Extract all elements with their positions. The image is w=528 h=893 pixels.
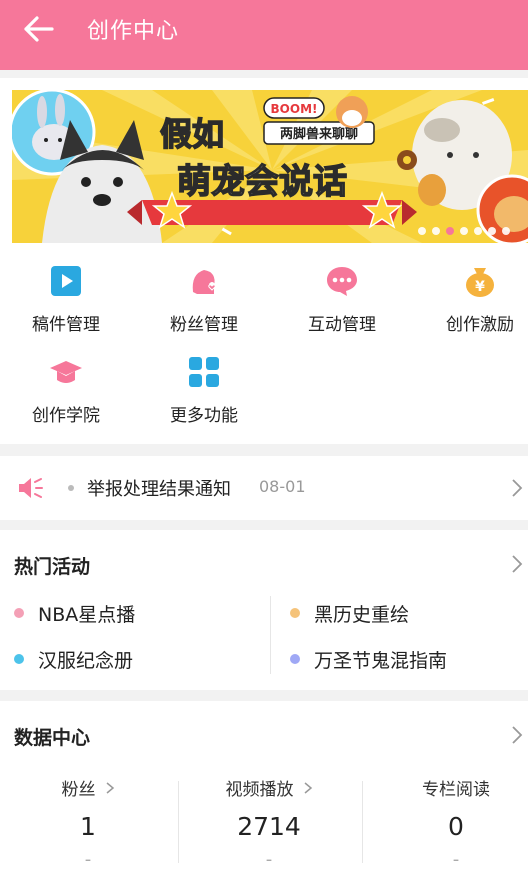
page-title: 创作中心: [87, 19, 180, 44]
activity-label: 万圣节鬼混指南: [314, 650, 448, 672]
chevron-right-icon[interactable]: [510, 725, 524, 745]
banner-title-top: 假如: [160, 115, 224, 153]
grid-label: 粉丝管理: [170, 315, 238, 335]
graduation-cap-icon: [50, 361, 82, 383]
stat-delta: -: [84, 849, 92, 870]
banner-dot[interactable]: [502, 227, 510, 235]
grid-item-academy[interactable]: 创作学院: [0, 355, 132, 426]
activity-label: NBA星点播: [38, 604, 136, 626]
creator-tools-card: 假如 萌宠会说话 BOOM! 两脚兽来聊聊 稿件管理 粉丝管理 互动管理 ¥ 创…: [0, 78, 528, 444]
stat-column-reads[interactable]: 专栏阅读 0 -: [368, 775, 528, 870]
stat-label: 专栏阅读: [422, 780, 490, 800]
stat-delta: -: [452, 849, 460, 870]
banner-pagination: [418, 227, 510, 235]
banner-illustration: 假如 萌宠会说话 BOOM! 两脚兽来聊聊: [12, 90, 528, 243]
grid-item-manuscripts[interactable]: 稿件管理: [0, 264, 132, 335]
banner-dot[interactable]: [432, 227, 440, 235]
grid-item-incentive[interactable]: ¥ 创作激励: [414, 264, 528, 335]
section-title: 数据中心: [14, 727, 91, 749]
section-title: 热门活动: [14, 556, 91, 578]
data-center-card: 数据中心 粉丝 1 - 视频播放 2714 - 专栏阅读 0 -: [0, 701, 528, 893]
promo-banner[interactable]: 假如 萌宠会说话 BOOM! 两脚兽来聊聊: [12, 90, 528, 243]
svg-text:¥: ¥: [475, 279, 485, 295]
notice-date: 08-01: [259, 477, 306, 496]
banner-subtitle: 两脚兽来聊聊: [280, 126, 358, 142]
grid-label: 创作学院: [32, 406, 100, 426]
stat-value: 1: [80, 812, 96, 841]
stat-fans[interactable]: 粉丝 1 -: [0, 775, 176, 870]
grid-label: 互动管理: [308, 315, 376, 335]
chevron-right-icon: [106, 782, 114, 794]
divider: [362, 781, 363, 863]
banner-dot[interactable]: [460, 227, 468, 235]
banner-dot[interactable]: [488, 227, 496, 235]
banner-title-bottom: 萌宠会说话: [177, 162, 347, 202]
stat-delta: -: [265, 849, 273, 870]
notice-bullet: [68, 485, 74, 491]
notice-text: 举报处理结果通知: [87, 479, 231, 500]
stat-video-plays[interactable]: 视频播放 2714 -: [181, 775, 357, 870]
banner-boom: BOOM!: [271, 102, 318, 116]
play-video-icon: [51, 266, 81, 296]
grid-label: 稿件管理: [32, 315, 100, 335]
hot-activities-card: 热门活动 NBA星点播 黑历史重绘 汉服纪念册 万圣节鬼混指南: [0, 530, 528, 690]
more-grid-icon: [189, 357, 219, 387]
chat-bubble-icon: [327, 267, 357, 296]
stat-value: 2714: [237, 812, 301, 841]
activity-label: 黑历史重绘: [314, 604, 410, 626]
grid-item-fans[interactable]: 粉丝管理: [138, 264, 270, 335]
banner-dot[interactable]: [474, 227, 482, 235]
activity-bullet: [290, 608, 300, 618]
banner-dot[interactable]: [418, 227, 426, 235]
chevron-right-icon[interactable]: [510, 554, 524, 574]
divider: [178, 781, 179, 863]
back-arrow-icon[interactable]: [22, 14, 56, 44]
banner-dot-active[interactable]: [446, 227, 454, 235]
activity-bullet: [290, 654, 300, 664]
notice-bar[interactable]: 举报处理结果通知 08-01: [0, 456, 528, 520]
app-header: 创作中心: [0, 0, 528, 70]
activity-label: 汉服纪念册: [38, 650, 134, 672]
divider: [270, 596, 271, 674]
speaker-icon: [19, 478, 43, 498]
stat-label: 粉丝: [61, 780, 96, 800]
grid-item-interaction[interactable]: 互动管理: [276, 264, 408, 335]
activity-bullet: [14, 608, 24, 618]
grid-label: 更多功能: [170, 406, 238, 426]
stat-label: 视频播放: [225, 780, 294, 800]
stat-value: 0: [448, 812, 464, 841]
chevron-right-icon: [304, 782, 312, 794]
money-bag-icon: ¥: [466, 268, 494, 297]
activity-bullet: [14, 654, 24, 664]
grid-item-more[interactable]: 更多功能: [138, 355, 270, 426]
fan-heart-icon: [192, 270, 216, 294]
chevron-right-icon: [512, 479, 523, 497]
grid-label: 创作激励: [446, 315, 514, 335]
